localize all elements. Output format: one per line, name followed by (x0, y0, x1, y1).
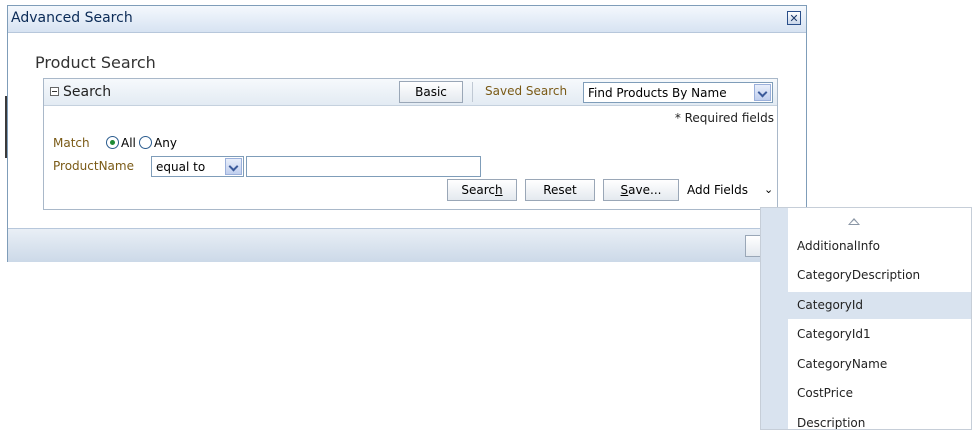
dialog-titlebar[interactable]: Advanced Search ✕ (8, 6, 806, 33)
menu-item-description[interactable]: Description (761, 410, 971, 430)
add-fields-menu: AdditionalInfo CategoryDescription Categ… (760, 207, 972, 430)
match-all-label: All (121, 136, 136, 150)
menu-item-categoryid[interactable]: CategoryId (761, 292, 971, 319)
menu-item-label: CategoryDescription (797, 268, 921, 282)
match-label: Match (53, 136, 90, 150)
menu-item-categorydescription[interactable]: CategoryDescription (761, 262, 971, 289)
saved-search-select[interactable]: Find Products By Name (583, 82, 773, 103)
product-name-input[interactable] (246, 156, 481, 177)
search-panel-header: Search Basic Saved Search Find Products … (44, 79, 777, 106)
menu-item-label: CategoryId1 (797, 327, 871, 341)
menu-item-label: Description (797, 416, 866, 430)
basic-button[interactable]: Basic (399, 81, 463, 103)
dialog-content: Product Search Search Basic Saved Search… (8, 33, 806, 229)
menu-item-label: AdditionalInfo (797, 239, 880, 253)
add-fields-button[interactable]: Add Fields (687, 183, 748, 197)
page-title: Product Search (35, 53, 156, 72)
advanced-search-dialog: Advanced Search ✕ Product Search Search … (7, 5, 807, 262)
save-button[interactable]: Save... (603, 179, 679, 201)
required-fields-note: * Required fields (674, 111, 774, 125)
save-button-label: ave... (628, 183, 662, 197)
chevron-down-icon[interactable] (754, 84, 771, 101)
menu-item-label: CostPrice (797, 386, 853, 400)
chevron-down-icon[interactable] (225, 158, 242, 175)
search-button-accesskey: h (495, 183, 503, 197)
chevron-down-icon[interactable]: ⌄ (764, 183, 773, 196)
dialog-footer (8, 228, 806, 262)
header-divider (472, 82, 473, 102)
operator-select[interactable]: equal to (151, 156, 244, 177)
search-button-label: Searc (461, 183, 495, 197)
menu-item-label: CategoryName (797, 357, 888, 371)
menu-item-categoryname[interactable]: CategoryName (761, 351, 971, 378)
search-panel-title: Search (63, 84, 112, 100)
search-button[interactable]: Search (447, 179, 517, 201)
match-all-radio[interactable] (106, 136, 119, 149)
product-name-label: ProductName (53, 159, 134, 173)
match-any-radio[interactable] (139, 136, 152, 149)
saved-search-value: Find Products By Name (588, 86, 727, 100)
menu-item-categoryid1[interactable]: CategoryId1 (761, 321, 971, 348)
close-icon[interactable]: ✕ (787, 11, 801, 25)
menu-item-label: CategoryId (797, 298, 863, 312)
dialog-title: Advanced Search (11, 10, 133, 26)
operator-value: equal to (156, 160, 206, 174)
match-any-label: Any (154, 136, 177, 150)
scroll-up-icon[interactable] (848, 218, 860, 225)
saved-search-label: Saved Search (485, 84, 568, 98)
collapse-icon[interactable] (50, 87, 59, 96)
search-panel: Search Basic Saved Search Find Products … (43, 78, 778, 210)
menu-item-additionalinfo[interactable]: AdditionalInfo (761, 233, 971, 260)
reset-button[interactable]: Reset (525, 179, 595, 201)
menu-item-costprice[interactable]: CostPrice (761, 380, 971, 407)
